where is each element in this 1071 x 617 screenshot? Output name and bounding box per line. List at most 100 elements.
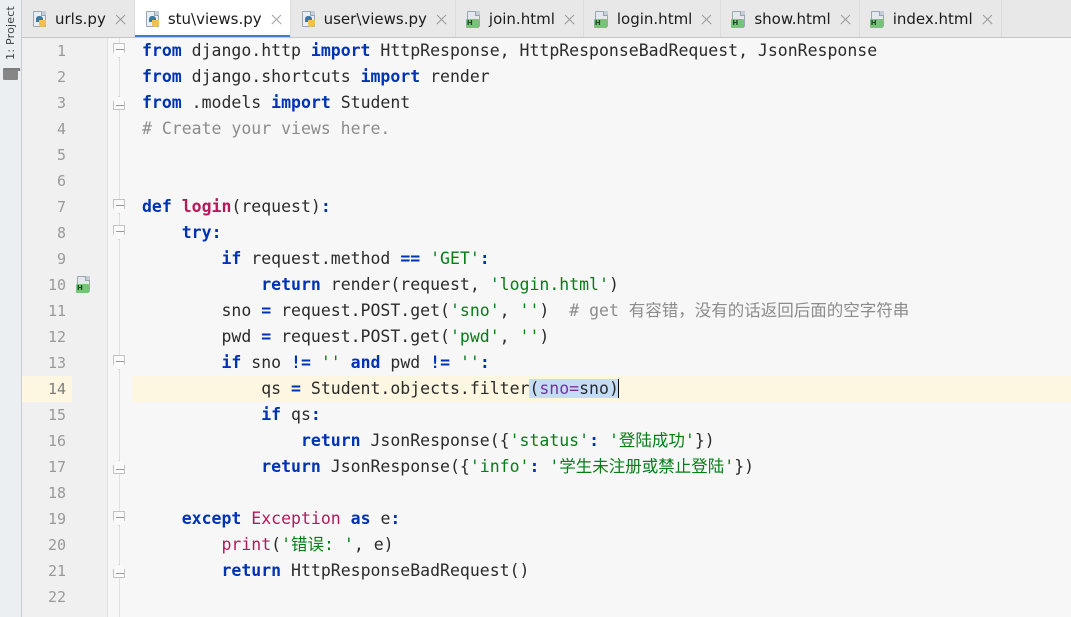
code-line[interactable]: try: <box>132 220 1071 246</box>
fold-collapse-end-icon[interactable] <box>113 95 126 111</box>
line-number[interactable]: 7 <box>22 194 72 220</box>
line-number[interactable]: 12 <box>22 324 72 350</box>
code-line[interactable]: if sno != '' and pwd != '': <box>132 350 1071 376</box>
line-number[interactable]: 14 <box>22 376 72 402</box>
line-number[interactable]: 18 <box>22 480 72 506</box>
line-number[interactable]: 17 <box>22 454 72 480</box>
code-line[interactable] <box>132 480 1071 506</box>
code-token: sno <box>142 301 262 320</box>
line-number[interactable]: 1 <box>22 38 72 64</box>
line-number[interactable]: 22 <box>22 584 72 610</box>
code-line[interactable]: return JsonResponse({'info': '学生未注册或禁止登陆… <box>132 454 1071 480</box>
line-number[interactable]: 19 <box>22 506 72 532</box>
fold-slot <box>108 480 132 506</box>
line-number-column: 1 2 3 4 5 6 7 8 9 10 11 12 13 14 15 16 17 18 19 20 21 22 <box>22 38 72 610</box>
code-line[interactable]: print('错误: ', e) <box>132 532 1071 558</box>
line-number[interactable]: 3 <box>22 90 72 116</box>
code-token: '' <box>519 301 540 320</box>
close-icon[interactable] <box>435 13 448 26</box>
code-line[interactable]: qs = Student.objects.filter(sno=sno) <box>132 376 1071 402</box>
line-number[interactable]: 5 <box>22 142 72 168</box>
html-file-icon[interactable]: H <box>76 276 93 293</box>
fold-expand-icon[interactable] <box>113 355 126 371</box>
fold-slot <box>108 220 132 246</box>
html-file-icon: H <box>731 10 748 28</box>
close-icon[interactable] <box>839 13 852 26</box>
fold-expand-icon[interactable] <box>113 199 126 215</box>
close-icon[interactable] <box>981 13 994 26</box>
code-line[interactable]: from django.http import HttpResponse, Ht… <box>132 38 1071 64</box>
line-number[interactable]: 10 <box>22 272 72 298</box>
line-number[interactable]: 21 <box>22 558 72 584</box>
code-line[interactable]: return render(request, 'login.html') <box>132 272 1071 298</box>
code-token: Student <box>330 93 411 112</box>
gutter-slot <box>72 558 108 584</box>
code-token: from <box>142 93 182 112</box>
close-icon[interactable] <box>563 13 576 26</box>
code-text-area[interactable]: from django.http import HttpResponse, Ht… <box>132 38 1071 617</box>
editor-tab[interactable]: stu\views.py <box>134 0 291 37</box>
line-number[interactable]: 2 <box>22 64 72 90</box>
folder-icon[interactable] <box>3 67 21 80</box>
code-line[interactable]: from .models import Student <box>132 90 1071 116</box>
line-number[interactable]: 16 <box>22 428 72 454</box>
code-line[interactable]: if request.method == 'GET': <box>132 246 1071 272</box>
code-line[interactable]: # Create your views here. <box>132 116 1071 142</box>
fold-expand-icon[interactable] <box>113 511 126 527</box>
code-line[interactable] <box>132 142 1071 168</box>
line-number[interactable]: 13 <box>22 350 72 376</box>
fold-expand-icon[interactable] <box>113 225 126 241</box>
line-number[interactable]: 8 <box>22 220 72 246</box>
code-token: try <box>181 223 212 242</box>
close-icon[interactable] <box>114 13 127 26</box>
gutter-slot <box>72 116 108 142</box>
editor-tab[interactable]: Hlogin.html <box>584 0 722 37</box>
editor-gutter[interactable]: 1 2 3 4 5 6 7 8 9 10 11 12 13 14 15 16 17 18 19 20 21 22 H <box>22 38 108 617</box>
line-number[interactable]: 6 <box>22 168 72 194</box>
code-folding-column[interactable] <box>108 38 132 617</box>
code-token: qs <box>281 405 311 424</box>
gutter-icon-column[interactable]: H <box>72 38 108 610</box>
code-line[interactable]: return HttpResponseBadRequest() <box>132 558 1071 584</box>
line-number[interactable]: 9 <box>22 246 72 272</box>
project-tool-button[interactable]: 1: Project <box>4 4 17 62</box>
code-line[interactable]: sno = request.POST.get('sno', '') # get … <box>132 298 1071 324</box>
line-number[interactable]: 20 <box>22 532 72 558</box>
code-token: qs <box>142 379 292 398</box>
editor-tab[interactable]: Hjoin.html <box>456 0 584 37</box>
close-icon[interactable] <box>270 13 283 26</box>
editor-tab[interactable]: Hindex.html <box>860 0 1002 37</box>
gutter-slot <box>72 584 108 610</box>
code-editor[interactable]: 1 2 3 4 5 6 7 8 9 10 11 12 13 14 15 16 17 18 19 20 21 22 H fr… <box>22 38 1071 617</box>
code-line[interactable]: except Exception as e: <box>132 506 1071 532</box>
fold-collapse-end-icon[interactable] <box>113 563 126 579</box>
editor-tab[interactable]: urls.py <box>22 0 135 37</box>
fold-expand-icon[interactable] <box>113 43 126 59</box>
code-line[interactable]: if qs: <box>132 402 1071 428</box>
line-number[interactable]: 4 <box>22 116 72 142</box>
code-token: return <box>261 275 321 294</box>
code-token: JsonResponse({ <box>320 457 470 476</box>
code-line[interactable]: return JsonResponse({'status': '登陆成功'}) <box>132 428 1071 454</box>
code-line[interactable] <box>132 168 1071 194</box>
code-token: != <box>291 353 311 372</box>
line-number[interactable]: 11 <box>22 298 72 324</box>
editor-tab[interactable]: Hshow.html <box>721 0 860 37</box>
code-line[interactable]: from django.shortcuts import render <box>132 64 1071 90</box>
fold-slot <box>108 506 132 532</box>
gutter-slot <box>72 168 108 194</box>
fold-collapse-end-icon[interactable] <box>113 459 126 475</box>
line-number[interactable]: 15 <box>22 402 72 428</box>
fold-slot <box>108 376 132 402</box>
code-line[interactable]: def login(request): <box>132 194 1071 220</box>
code-token: ( <box>271 535 282 554</box>
editor-tab[interactable]: user\views.py <box>291 0 456 37</box>
code-line[interactable]: pwd = request.POST.get('pwd', '') <box>132 324 1071 350</box>
code-line[interactable] <box>132 584 1071 610</box>
close-icon[interactable] <box>700 13 713 26</box>
